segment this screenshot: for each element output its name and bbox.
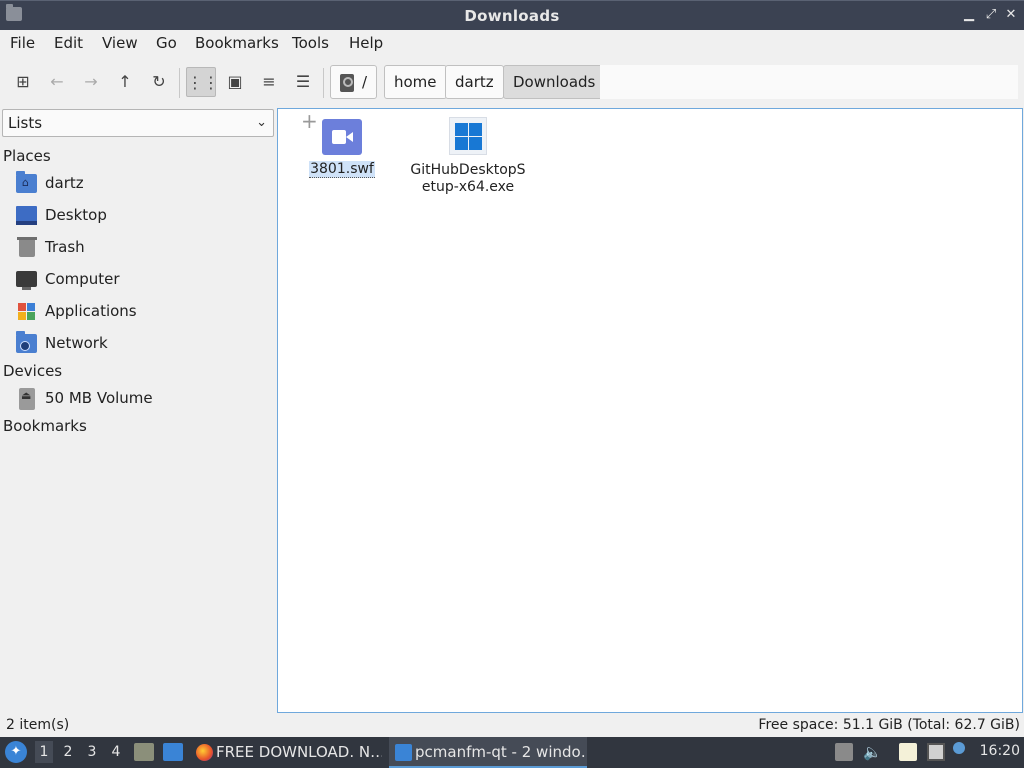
bookmarks-header: Bookmarks: [3, 417, 87, 435]
trash-icon: [17, 237, 37, 257]
file-name-line-2: etup-x64.exe: [421, 179, 515, 195]
toolbar-separator: [179, 68, 180, 98]
breadcrumb-home[interactable]: home: [384, 65, 447, 99]
status-bar: 2 item(s) Free space: 51.1 GiB (Total: 6…: [0, 715, 1024, 737]
close-button[interactable]: ✕: [1003, 7, 1019, 23]
file-view[interactable]: + 3801.swf GitHubDesktopS etup-x64.exe: [277, 108, 1023, 713]
window-title: Downloads: [464, 7, 560, 25]
network-status-icon[interactable]: [927, 743, 945, 761]
file-manager-launcher-icon[interactable]: [134, 743, 154, 761]
removable-drive-icon: [19, 388, 35, 410]
windows-executable-icon: [449, 117, 487, 155]
sidebar-item-label: Trash: [45, 238, 85, 256]
video-file-icon: [322, 119, 362, 155]
file-name: 3801.swf: [309, 161, 375, 178]
sidebar-item-label: Applications: [45, 302, 137, 320]
workspace-1[interactable]: 1: [35, 741, 53, 763]
desktop-icon: [16, 206, 37, 225]
task-label: pcmanfm-qt - 2 windo…: [415, 743, 587, 761]
file-item-3801-swf[interactable]: 3801.swf: [306, 117, 378, 187]
breadcrumb-root-label: /: [362, 73, 368, 91]
up-arrow-icon[interactable]: ↑: [110, 67, 140, 97]
places-header: Places: [3, 147, 51, 165]
drive-root-icon: [340, 73, 354, 92]
network-folder-icon: [16, 331, 37, 353]
computer-icon: [16, 271, 37, 290]
workspace-2[interactable]: 2: [59, 744, 77, 760]
update-notifier-icon[interactable]: [953, 742, 965, 754]
menu-bar: File Edit View Go Bookmarks Tools Help: [0, 30, 1024, 56]
menu-help[interactable]: Help: [349, 34, 383, 52]
menu-bookmarks[interactable]: Bookmarks: [195, 34, 279, 52]
side-pane-mode-select[interactable]: Lists ⌄: [2, 109, 274, 137]
breadcrumb-dartz[interactable]: dartz: [445, 65, 504, 99]
free-space: Free space: 51.1 GiB (Total: 62.7 GiB): [758, 717, 1020, 733]
sidebar: Lists ⌄ Places dartz Desktop Trash Compu…: [0, 108, 276, 712]
breadcrumb-downloads[interactable]: Downloads: [503, 65, 606, 99]
task-pcmanfm[interactable]: pcmanfm-qt - 2 windo…: [389, 737, 587, 768]
chevron-down-icon: ⌄: [256, 115, 267, 130]
new-tab-icon[interactable]: ⊞: [8, 67, 38, 97]
volume-icon[interactable]: 🔈: [863, 743, 882, 761]
back-arrow-icon[interactable]: ←: [42, 67, 72, 97]
sidebar-item-label: Computer: [45, 270, 120, 288]
file-manager-icon: [395, 744, 412, 761]
user-home-folder-icon: [16, 171, 37, 193]
menu-go[interactable]: Go: [156, 34, 177, 52]
menu-edit[interactable]: Edit: [54, 34, 83, 52]
taskbar: ✦ 1 2 3 4 FREE DOWNLOAD. N… pcmanfm-qt -…: [0, 737, 1024, 768]
breadcrumb-root[interactable]: /: [330, 65, 378, 99]
thumbnail-view-icon[interactable]: ▣: [220, 67, 250, 97]
task-firefox[interactable]: FREE DOWNLOAD. N…: [190, 737, 382, 768]
sidebar-item-label: Network: [45, 334, 108, 352]
menu-view[interactable]: View: [102, 34, 138, 52]
item-count: 2 item(s): [6, 717, 70, 733]
workspace-3[interactable]: 3: [83, 744, 101, 760]
sidebar-item-label: 50 MB Volume: [45, 389, 153, 407]
firefox-icon: [196, 744, 213, 761]
reload-icon[interactable]: ↻: [144, 67, 174, 97]
start-menu-icon[interactable]: ✦: [5, 741, 27, 763]
window-titlebar: Downloads ▁ ⤢ ✕: [0, 0, 1024, 30]
workspace-4[interactable]: 4: [107, 744, 125, 760]
clipboard-icon[interactable]: [899, 743, 917, 761]
toolbar-separator: [323, 68, 324, 98]
menu-file[interactable]: File: [10, 34, 35, 52]
menu-tools[interactable]: Tools: [292, 34, 329, 52]
file-name-line-1: GitHubDesktopS: [410, 162, 526, 178]
compact-view-icon[interactable]: ≡: [254, 67, 284, 97]
maximize-button[interactable]: ⤢: [983, 7, 999, 23]
applications-icon: [16, 302, 37, 321]
desktop-launcher-icon[interactable]: [163, 743, 183, 761]
removable-media-tray-icon[interactable]: [835, 743, 853, 761]
task-label: FREE DOWNLOAD. N…: [216, 743, 382, 761]
forward-arrow-icon[interactable]: →: [76, 67, 106, 97]
side-pane-mode-value: Lists: [8, 114, 43, 132]
icon-view-icon[interactable]: ⋮⋮: [186, 67, 219, 97]
path-bar-empty-area[interactable]: [600, 65, 1018, 99]
detailed-list-view-icon[interactable]: ☰: [288, 67, 318, 97]
clock[interactable]: 16:20: [980, 743, 1020, 759]
toolbar: ⊞ ← → ↑ ↻ ⋮⋮ ▣ ≡ ☰ / home dartz Download…: [0, 60, 1024, 104]
minimize-button[interactable]: ▁: [961, 7, 977, 23]
devices-header: Devices: [3, 362, 63, 380]
file-item-githubdesktopsetup[interactable]: GitHubDesktopS etup-x64.exe: [406, 117, 530, 197]
sidebar-item-label: Desktop: [45, 206, 107, 224]
sidebar-item-label: dartz: [45, 174, 84, 192]
